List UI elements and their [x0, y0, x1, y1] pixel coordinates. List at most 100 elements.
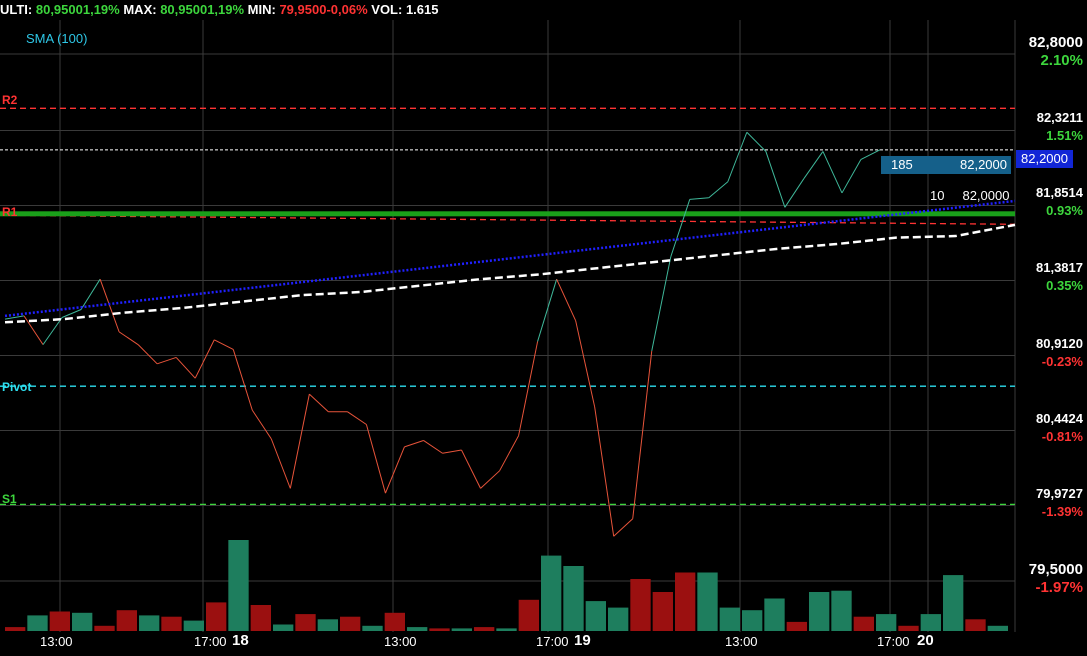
price-line-segment — [442, 449, 462, 454]
s1-label: S1 — [2, 492, 17, 506]
price-line-segment — [689, 197, 709, 200]
x-time-label: 17:00 — [877, 634, 910, 649]
volume-bar — [183, 620, 204, 631]
volume-bar — [809, 592, 830, 631]
price-line-segment — [214, 339, 234, 350]
bid-qty: 185 — [891, 157, 913, 172]
price-line-segment — [765, 151, 786, 208]
price-line-segment — [784, 178, 805, 208]
price-line-segment — [384, 446, 405, 494]
volume-bar — [876, 614, 897, 631]
volume-bar — [139, 615, 160, 631]
x-time-label: 13:00 — [725, 634, 758, 649]
price-line-segment — [841, 159, 862, 194]
price-line-segment — [423, 440, 443, 454]
price-line-segment — [99, 279, 120, 333]
price-line-segment — [289, 394, 310, 489]
green-order-line — [0, 211, 1015, 217]
min-label: MIN: — [244, 2, 280, 17]
price-line-segment — [137, 344, 158, 365]
min-pct: -0,06% — [326, 2, 368, 17]
vol-value: 1.615 — [405, 2, 439, 17]
quote-header: ULTI: 80,95001,19% MAX: 80,95001,19% MIN… — [0, 2, 438, 17]
y-tick-price: 79,5000 — [1028, 561, 1083, 578]
y-tick-price: 81,3817 — [1036, 260, 1083, 276]
volume-bar — [496, 628, 517, 631]
price-line-segment — [365, 424, 386, 494]
volume-bar — [429, 628, 450, 631]
sma-line — [4, 223, 1016, 324]
y-tick-pct: -0.23% — [1041, 353, 1083, 369]
vol-label: VOL: — [367, 2, 406, 17]
price-chart[interactable] — [0, 0, 1087, 656]
price-line-segment — [461, 449, 481, 489]
volume-bar — [295, 614, 316, 631]
volume-bar — [27, 615, 48, 631]
price-line-segment — [42, 317, 63, 345]
price-line-segment — [251, 409, 272, 440]
price-line-segment — [613, 518, 634, 537]
price-line-segment — [632, 350, 653, 519]
y-tick-pct: -1.39% — [1041, 503, 1083, 519]
trend-line — [4, 199, 1016, 318]
volume-bar — [920, 614, 941, 631]
y-tick-pct: 0.93% — [1046, 203, 1083, 219]
price-line-segment — [708, 181, 729, 199]
volume-bar — [898, 625, 919, 631]
r2-label: R2 — [2, 93, 18, 107]
ask-order-tag[interactable]: 10 82,0000 — [930, 188, 1009, 203]
volume-bar — [384, 612, 405, 631]
ulti-pct: 1,19% — [82, 2, 120, 17]
volume-bar — [273, 624, 294, 631]
ulti-value: 80,9500 — [35, 2, 83, 17]
pivot-label: Pivot — [2, 380, 32, 394]
volume-bar — [742, 610, 763, 631]
volume-bar — [228, 540, 249, 631]
price-line-segment — [157, 356, 177, 365]
price-line-segment — [594, 406, 615, 537]
last-price-tag: 82,2000 — [1016, 150, 1073, 168]
volume-bar — [451, 628, 472, 631]
price-line-segment — [118, 331, 139, 346]
volume-bar — [585, 601, 606, 631]
x-day-label: 19 — [574, 632, 591, 649]
price-line-segment — [499, 435, 520, 472]
volume-bar — [965, 619, 986, 631]
volume-bar — [608, 607, 629, 631]
volume-bar — [518, 599, 539, 631]
price-line-segment — [746, 131, 767, 152]
volume-bar — [362, 625, 383, 631]
y-tick-pct: 2.10% — [1040, 52, 1083, 69]
volume-bar — [340, 616, 361, 631]
price-line-segment — [175, 357, 196, 379]
y-tick-pct: -0.81% — [1041, 428, 1083, 444]
volume-bar — [764, 598, 785, 631]
bid-order-tag[interactable]: 185 82,2000 — [881, 156, 1011, 174]
y-tick-price: 80,4424 — [1036, 410, 1083, 426]
volume-bar — [630, 579, 651, 631]
x-day-label: 18 — [232, 632, 249, 649]
volume-bar — [652, 592, 673, 631]
volume-bar — [317, 619, 338, 631]
price-line-segment — [232, 349, 253, 411]
price-line-segment — [822, 151, 843, 194]
min-value: 79,9500 — [279, 2, 327, 17]
x-time-label: 17:00 — [194, 634, 227, 649]
volume-bar — [94, 625, 115, 631]
volume-bar — [49, 611, 70, 631]
price-line-segment — [480, 470, 500, 489]
volume-bar — [206, 602, 227, 631]
bid-price: 82,2000 — [960, 157, 1007, 172]
volume-bar — [719, 607, 740, 631]
volume-bar — [474, 627, 495, 631]
max-pct: 1,19% — [207, 2, 245, 17]
volume-bar — [563, 566, 584, 631]
sma-legend[interactable]: SMA (100) — [26, 31, 87, 46]
volume-bar — [853, 616, 874, 631]
price-line-segment — [575, 320, 596, 408]
y-tick-price: 82,3211 — [1036, 110, 1083, 126]
ask-price: 82,0000 — [962, 188, 1010, 203]
x-day-label: 20 — [917, 632, 934, 649]
y-tick-price: 82,8000 — [1028, 34, 1083, 51]
x-time-label: 13:00 — [40, 634, 73, 649]
